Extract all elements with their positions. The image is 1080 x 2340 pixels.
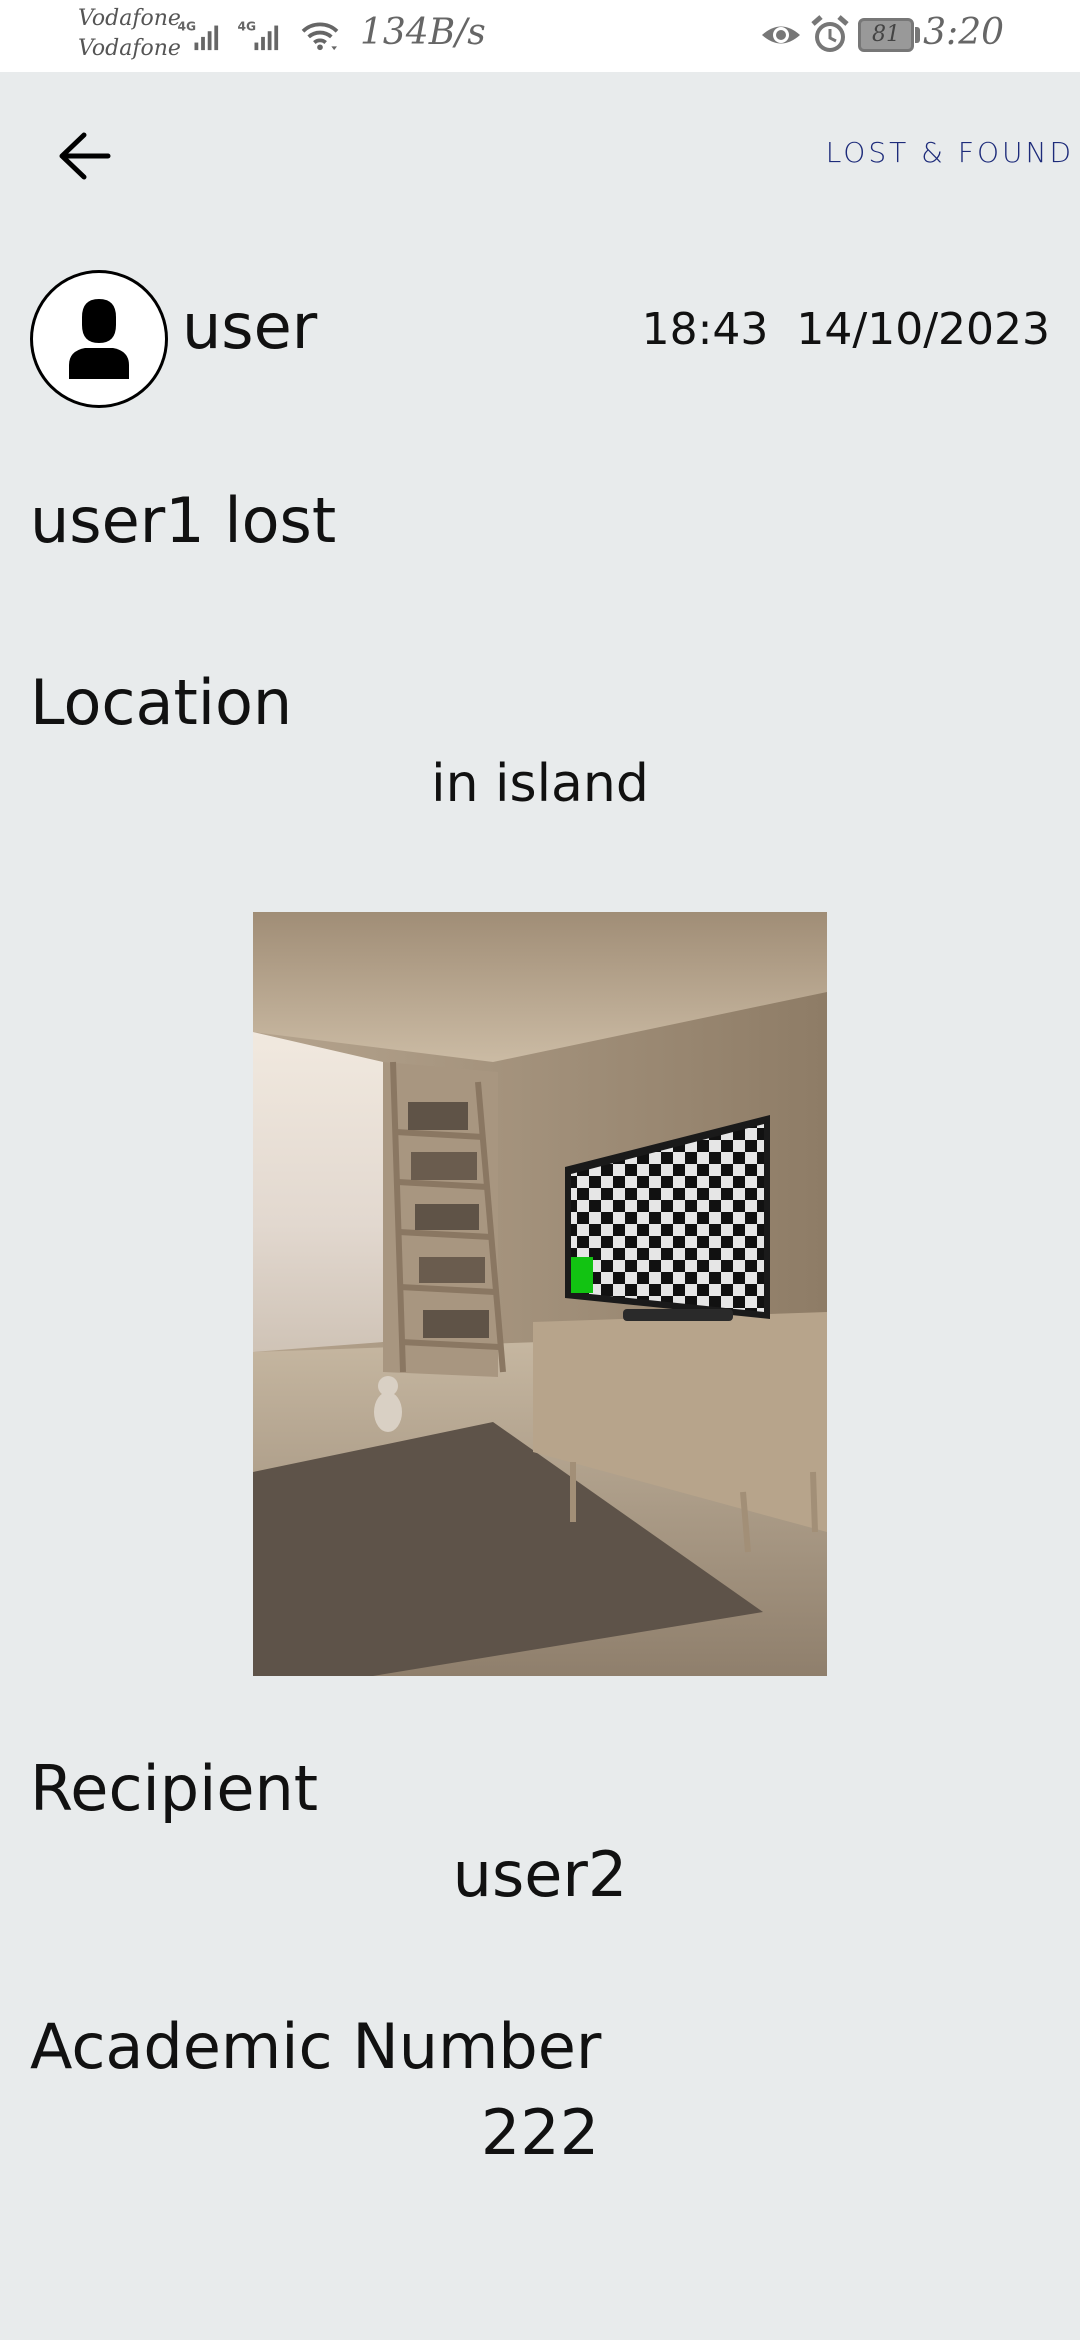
recipient-label: Recipient [30,1752,319,1825]
carrier-1: Vodafone [78,6,181,31]
item-photo-image [253,912,827,1676]
carrier-names: Vodafone Vodafone [78,4,181,64]
back-button[interactable] [48,120,120,192]
post-time: 18:43 [641,304,769,355]
status-bar: Vodafone Vodafone 4G 4G 134B/s 81 3:20 [0,0,1080,72]
battery-indicator: 81 [858,18,914,52]
arrow-left-icon [59,132,111,180]
location-label: Location [30,666,293,739]
location-value: in island [431,754,649,814]
network-1-label: 4G [178,19,197,33]
post-timestamp: 18:43 14/10/2023 [642,304,1050,355]
academic-number-label: Academic Number [30,2010,602,2083]
item-photo[interactable] [253,912,827,1676]
post-title: user1 lost [30,484,337,557]
signal-2-icon: 4G [238,19,279,51]
author-name: user [182,290,318,363]
avatar[interactable] [30,270,168,408]
user-silhouette-icon [69,299,129,379]
signal-1-icon: 4G [178,19,219,51]
battery-level: 81 [872,22,900,47]
academic-number-value: 222 [480,2096,600,2169]
app-title: LOST & FOUND [825,136,1074,169]
wifi-icon [301,22,339,51]
eye-icon [762,26,800,44]
network-speed: 134B/s [360,12,486,53]
recipient-value: user2 [452,1838,628,1911]
network-2-label: 4G [238,19,257,33]
clock: 3:20 [923,12,1004,53]
carrier-2: Vodafone [78,36,181,61]
alarm-icon [811,15,849,52]
battery-nub [915,27,920,43]
post-date: 14/10/2023 [796,304,1050,355]
